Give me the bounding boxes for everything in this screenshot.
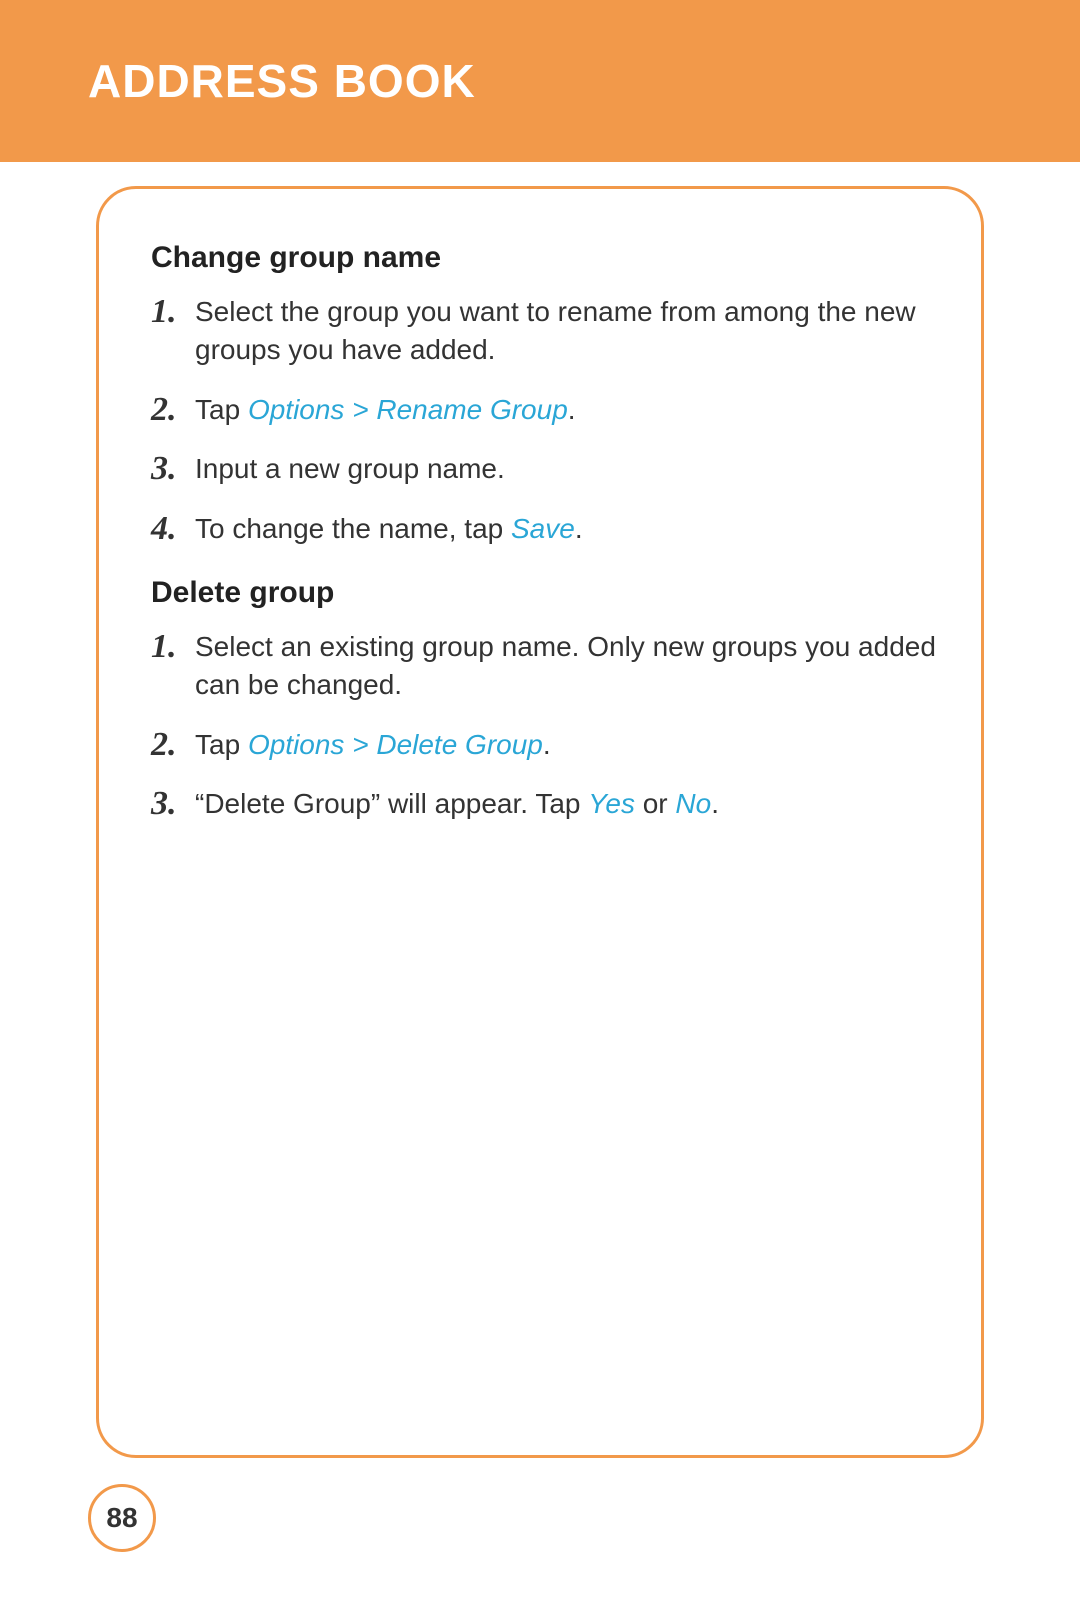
step-number: 4. bbox=[151, 510, 195, 546]
step-change-1: 1. Select the group you want to rename f… bbox=[151, 293, 937, 369]
step-text: Tap Options > Rename Group. bbox=[195, 391, 937, 429]
text-fragment: . bbox=[568, 394, 576, 425]
step-change-2: 2. Tap Options > Rename Group. bbox=[151, 391, 937, 429]
step-text: Input a new group name. bbox=[195, 450, 937, 488]
step-text: To change the name, tap Save. bbox=[195, 510, 937, 548]
ui-path-highlight: Options > Delete Group bbox=[248, 729, 543, 760]
step-number: 1. bbox=[151, 293, 195, 329]
step-text: Select the group you want to rename from… bbox=[195, 293, 937, 369]
ui-action-highlight: No bbox=[675, 788, 711, 819]
text-fragment: or bbox=[635, 788, 675, 819]
step-number: 3. bbox=[151, 450, 195, 486]
text-fragment: . bbox=[711, 788, 719, 819]
step-change-3: 3. Input a new group name. bbox=[151, 450, 937, 488]
text-fragment: Tap bbox=[195, 394, 248, 425]
text-fragment: . bbox=[543, 729, 551, 760]
step-text: “Delete Group” will appear. Tap Yes or N… bbox=[195, 785, 937, 823]
step-change-4: 4. To change the name, tap Save. bbox=[151, 510, 937, 548]
step-number: 2. bbox=[151, 726, 195, 762]
ui-action-highlight: Save bbox=[511, 513, 575, 544]
page-title: ADDRESS BOOK bbox=[88, 54, 476, 108]
page-number: 88 bbox=[106, 1502, 137, 1534]
step-number: 3. bbox=[151, 785, 195, 821]
ui-action-highlight: Yes bbox=[588, 788, 635, 819]
text-fragment: “Delete Group” will appear. Tap bbox=[195, 788, 588, 819]
step-delete-2: 2. Tap Options > Delete Group. bbox=[151, 726, 937, 764]
step-delete-1: 1. Select an existing group name. Only n… bbox=[151, 628, 937, 704]
text-fragment: Tap bbox=[195, 729, 248, 760]
content-panel: Change group name 1. Select the group yo… bbox=[96, 186, 984, 1458]
text-fragment: . bbox=[575, 513, 583, 544]
page-header: ADDRESS BOOK bbox=[0, 0, 1080, 162]
section-title-delete-group: Delete group bbox=[151, 576, 937, 610]
step-text: Select an existing group name. Only new … bbox=[195, 628, 937, 704]
step-number: 2. bbox=[151, 391, 195, 427]
section-title-change-group: Change group name bbox=[151, 241, 937, 275]
step-number: 1. bbox=[151, 628, 195, 664]
ui-path-highlight: Options > Rename Group bbox=[248, 394, 568, 425]
text-fragment: To change the name, tap bbox=[195, 513, 511, 544]
step-text: Tap Options > Delete Group. bbox=[195, 726, 937, 764]
page-number-badge: 88 bbox=[88, 1484, 156, 1552]
step-delete-3: 3. “Delete Group” will appear. Tap Yes o… bbox=[151, 785, 937, 823]
